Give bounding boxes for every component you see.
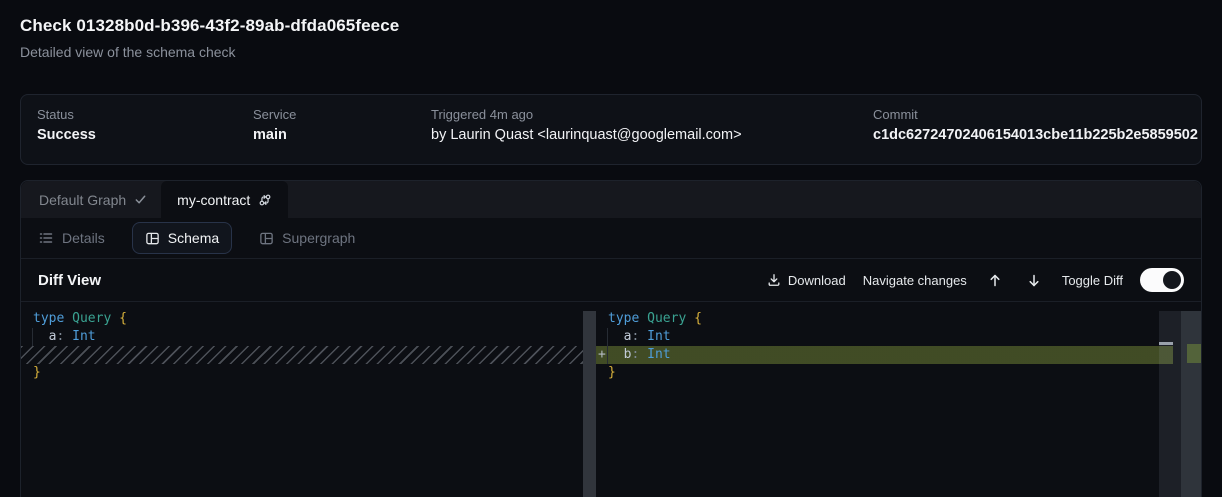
page-header: Check 01328b0d-b396-43f2-89ab-dfda065fee…	[20, 16, 399, 60]
status-column: Status Success	[37, 107, 96, 143]
tab-details-label: Details	[62, 230, 105, 246]
list-icon	[38, 230, 54, 246]
tab-supergraph-label: Supergraph	[282, 230, 355, 246]
diff-toolbar-actions: Download Navigate changes Toggle Diff	[767, 268, 1184, 292]
diff-pane-before: type Query { a: Int}	[21, 302, 583, 497]
download-button[interactable]: Download	[767, 273, 846, 288]
toggle-diff-label: Toggle Diff	[1062, 273, 1123, 288]
arrow-up-icon	[988, 273, 1002, 288]
tab-my-contract[interactable]: my-contract	[161, 181, 288, 218]
tab-schema-label: Schema	[168, 230, 219, 246]
triggered-column: Triggered 4m ago by Laurin Quast <laurin…	[431, 107, 742, 143]
triggered-value: by Laurin Quast <laurinquast@googlemail.…	[431, 127, 742, 143]
code-line: a: Int	[596, 328, 1202, 346]
tab-schema[interactable]: Schema	[132, 222, 232, 254]
status-value: Success	[37, 127, 96, 143]
commit-value: c1dc62724702406154013cbe11b225b2e5859502	[873, 127, 1198, 143]
diff-editor: type Query { a: Int} type Query { a: Int…	[21, 302, 1201, 497]
arrow-down-icon	[1027, 273, 1041, 288]
toggle-knob	[1163, 271, 1181, 289]
check-summary-card: Status Success Service main Triggered 4m…	[20, 94, 1202, 165]
diff-filler-line	[21, 346, 583, 364]
added-line-gutter-sign: +	[598, 346, 606, 364]
schema-check-panel: Default Graph my-contract Details	[20, 180, 1202, 497]
tab-details[interactable]: Details	[25, 222, 118, 254]
scrollbar-thumb	[1159, 342, 1173, 345]
commit-label: Commit	[873, 107, 1198, 122]
left-pane-scrollbar[interactable]	[583, 311, 596, 497]
graph-tabs-bar: Default Graph my-contract	[21, 181, 1201, 218]
triggered-label: Triggered 4m ago	[431, 107, 742, 122]
columns-icon	[259, 231, 274, 246]
added-code-line: + b: Int	[596, 346, 1202, 364]
code-line: }	[596, 364, 1202, 382]
indent-guide	[607, 328, 608, 364]
status-label: Status	[37, 107, 96, 122]
code-before: type Query { a: Int}	[21, 302, 583, 382]
service-column: Service main	[253, 107, 296, 143]
code-line: type Query {	[596, 310, 1202, 328]
download-label: Download	[788, 273, 846, 288]
tab-supergraph[interactable]: Supergraph	[246, 222, 368, 254]
service-label: Service	[253, 107, 296, 122]
service-value: main	[253, 127, 296, 143]
code-line: type Query {	[21, 310, 583, 328]
commit-column: Commit c1dc62724702406154013cbe11b225b2e…	[873, 107, 1198, 143]
page-subtitle: Detailed view of the schema check	[20, 44, 399, 60]
tab-default-graph-label: Default Graph	[39, 192, 126, 208]
check-icon	[134, 193, 147, 206]
tab-my-contract-label: my-contract	[177, 192, 250, 208]
toggle-diff-switch[interactable]	[1140, 268, 1184, 292]
code-after: type Query { a: Int+ b: Int}	[596, 302, 1202, 382]
columns-icon	[145, 231, 160, 246]
code-line: }	[21, 364, 583, 382]
tab-default-graph[interactable]: Default Graph	[21, 181, 161, 218]
git-compare-icon	[258, 193, 272, 207]
download-icon	[767, 273, 781, 287]
indent-guide	[32, 328, 33, 346]
diff-view-title: Diff View	[38, 272, 101, 289]
next-change-button[interactable]	[1023, 273, 1045, 288]
added-change-marker	[1187, 344, 1202, 363]
code-line: a: Int	[21, 328, 583, 346]
page-title: Check 01328b0d-b396-43f2-89ab-dfda065fee…	[20, 16, 399, 36]
diff-toolbar: Diff View Download Navigate changes	[21, 258, 1201, 302]
navigate-changes-label: Navigate changes	[863, 273, 967, 288]
right-pane-scrollbar[interactable]	[1159, 311, 1181, 497]
diff-pane-after: type Query { a: Int+ b: Int}	[596, 302, 1202, 497]
previous-change-button[interactable]	[984, 273, 1006, 288]
view-tabs-bar: Details Schema Supergraph	[21, 218, 1201, 258]
diff-overview-ruler	[1181, 311, 1202, 497]
